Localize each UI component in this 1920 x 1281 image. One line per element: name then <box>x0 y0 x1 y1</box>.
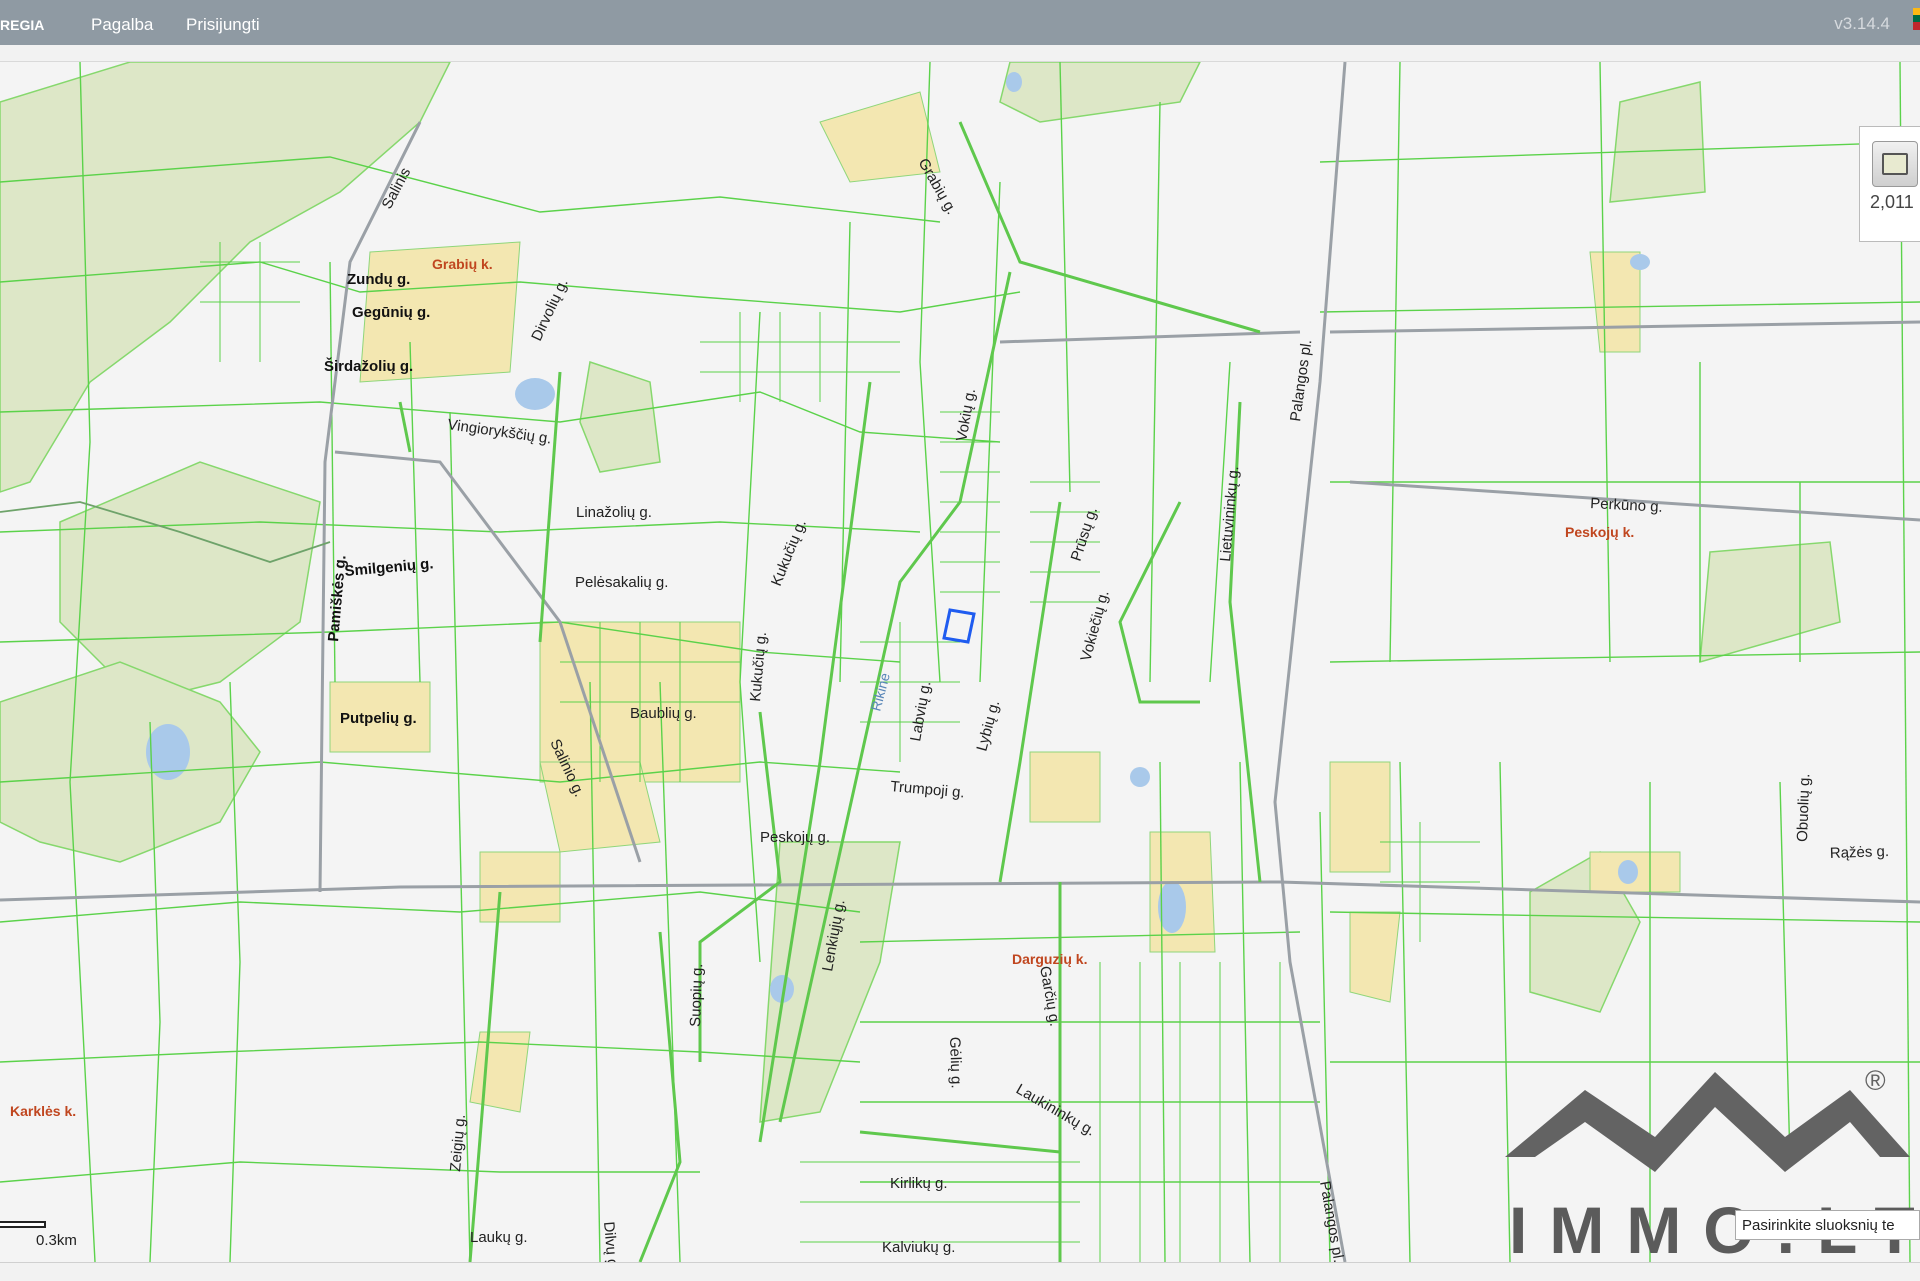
layers-button[interactable] <box>1872 141 1918 187</box>
street-label: Linažolių g. <box>576 504 652 521</box>
water-bodies <box>146 72 1650 1003</box>
settlement-areas <box>329 91 1681 1113</box>
layer-search-input[interactable]: Pasirinkite sluoksnių te <box>1735 1210 1920 1240</box>
street-label: Vokiečių g. <box>1077 589 1112 663</box>
street-label: Trumpoji g. <box>890 778 966 801</box>
village-label: Darguzių k. <box>1012 951 1087 967</box>
street-label: Pamiškės g. <box>325 554 349 642</box>
main-streets <box>398 121 1262 1262</box>
registered-mark: ® <box>1865 1065 1886 1096</box>
map-layers-icon <box>1882 153 1908 175</box>
street-label: Zeigių g. <box>447 1114 469 1173</box>
street-label: Gėlių g. <box>946 1037 965 1089</box>
village-label: Peskojų k. <box>1565 524 1634 540</box>
street-label: Dilvų g. <box>600 1221 621 1262</box>
cadastral-map[interactable]: Salinis Zundų g. Gegūnių g. Širdažolių g… <box>0 62 1920 1262</box>
street-label: Obuolių g. <box>1794 773 1813 842</box>
street-label: Lietuvininkų g. <box>1217 465 1242 562</box>
street-label: Palangos pl. <box>1316 1180 1347 1262</box>
status-bar <box>0 1262 1920 1281</box>
street-label: Dirvolių g. <box>528 276 572 344</box>
top-menu-bar: REGIA Pagalba Prisijungti v3.14.4 <box>0 0 1920 45</box>
village-label: Grabių k. <box>432 256 493 272</box>
layer-panel: 2,011 <box>1859 126 1920 242</box>
layer-panel-value: 2,011 <box>1870 192 1914 212</box>
menu-help[interactable]: Pagalba <box>91 15 153 35</box>
street-label: Smilgenių g. <box>344 555 434 580</box>
version-label: v3.14.4 <box>1834 14 1890 33</box>
language-flag-icon[interactable] <box>1913 8 1920 30</box>
street-label: Zundų g. <box>347 271 410 288</box>
street-label: Kirlikų g. <box>890 1175 948 1192</box>
street-label: Prūsų g. <box>1068 505 1101 563</box>
street-label: Širdažolių g. <box>324 357 413 375</box>
scale-bar: 0.3km <box>0 1221 77 1249</box>
toolbar-strip <box>0 45 1920 62</box>
street-label: Laukininkų g. <box>1013 1081 1098 1140</box>
street-label: Suopių g. <box>687 963 706 1027</box>
street-label: Kukučių g. <box>768 517 810 588</box>
street-label: Perkūno g. <box>1590 495 1663 516</box>
street-label: Kukučių g. <box>747 631 770 702</box>
menu-login[interactable]: Prisijungti <box>186 15 260 35</box>
street-label: Pelėsakalių g. <box>575 574 668 591</box>
brand-link[interactable]: REGIA <box>0 17 44 33</box>
street-label: Rąžės g. <box>1830 843 1890 862</box>
logo-mountains-icon: ® <box>1505 1065 1910 1172</box>
scale-bar-graphic <box>0 1221 46 1228</box>
street-label: Labvių g. <box>907 680 934 743</box>
street-label: Putpelių g. <box>340 710 417 727</box>
street-label: Palangos pl. <box>1287 338 1315 422</box>
street-label: Gegūnių g. <box>352 304 430 321</box>
street-label: Salinis <box>379 165 415 212</box>
village-label: Karklės k. <box>10 1103 76 1119</box>
street-label: Lybių g. <box>973 698 1003 753</box>
street-label: Peskojų g. <box>760 829 830 846</box>
street-label: Vingiorykščių g. <box>446 416 552 447</box>
river-label: Rikinė <box>867 671 893 713</box>
forest-areas <box>0 62 1841 1123</box>
street-label: Kalviukų g. <box>882 1239 955 1256</box>
scale-label: 0.3km <box>36 1232 77 1249</box>
selected-parcel[interactable] <box>942 608 976 644</box>
street-label: Laukų g. <box>470 1229 528 1246</box>
street-label: Baublių g. <box>630 705 697 722</box>
